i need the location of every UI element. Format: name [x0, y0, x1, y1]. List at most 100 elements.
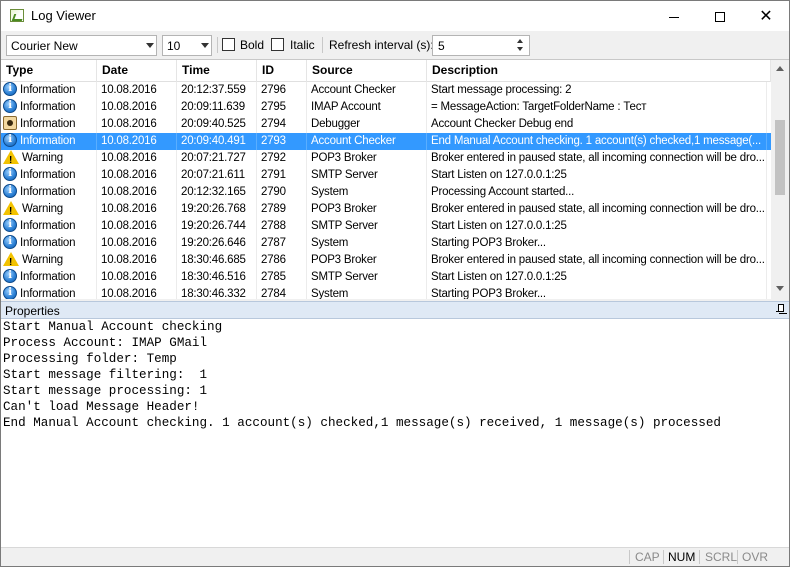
- cell-date-text: 10.08.2016: [101, 220, 157, 232]
- chevron-down-icon: [201, 43, 209, 48]
- info-icon: [3, 286, 17, 299]
- font-name-dropdown[interactable]: Courier New: [6, 35, 157, 56]
- cell-type: Information: [1, 235, 97, 252]
- cell-time-text: 20:07:21.611: [181, 169, 245, 181]
- cell-time: 20:09:40.525: [177, 116, 257, 133]
- table-row[interactable]: Information 10.08.2016 20:09:40.491 2793 Acc…: [1, 133, 771, 150]
- minimize-button[interactable]: [651, 1, 697, 31]
- cell-id: 2789: [257, 201, 307, 218]
- table-row[interactable]: Information 10.08.2016 20:12:37.559 2796 Acc…: [1, 82, 771, 99]
- log-grid[interactable]: Type Date Time ID Source Description Inf…: [1, 59, 789, 299]
- scroll-thumb[interactable]: [775, 120, 785, 195]
- table-row[interactable]: Information 10.08.2016 18:30:46.516 2785 SMT…: [1, 269, 771, 286]
- cell-description: Broker entered in paused state, all inco…: [427, 252, 767, 269]
- spin-down-icon[interactable]: [517, 47, 523, 51]
- cell-id: 2791: [257, 167, 307, 184]
- cell-source-text: POP3 Broker: [311, 152, 377, 164]
- cell-id: 2796: [257, 82, 307, 99]
- cell-source: Debugger: [307, 116, 427, 133]
- cell-time: 18:30:46.685: [177, 252, 257, 269]
- cell-source-text: Debugger: [311, 118, 360, 130]
- status-divider: [699, 550, 700, 564]
- cell-description: = MessageAction: TargetFolderName : Тест: [427, 99, 767, 116]
- table-row[interactable]: Information 10.08.2016 20:12:32.165 2790 Sys…: [1, 184, 771, 201]
- cell-date: 10.08.2016: [97, 184, 177, 201]
- cell-description-text: Start message processing: 2: [431, 84, 572, 96]
- column-header-time[interactable]: Time: [177, 60, 257, 82]
- table-row[interactable]: Information 10.08.2016 20:09:40.525 2794 Deb…: [1, 116, 771, 133]
- cell-time-text: 20:09:11.639: [181, 101, 245, 113]
- cell-id-text: 2796: [261, 84, 286, 96]
- table-row[interactable]: Information 10.08.2016 18:30:46.332 2784 Sys…: [1, 286, 771, 299]
- properties-panel-header: Properties: [1, 301, 789, 319]
- table-row[interactable]: Information 10.08.2016 19:20:26.646 2787 Sys…: [1, 235, 771, 252]
- refresh-interval-value: 5: [438, 39, 445, 53]
- cell-id-text: 2789: [261, 203, 286, 215]
- cell-type-text: Information: [20, 101, 76, 113]
- column-header-source[interactable]: Source: [307, 60, 427, 82]
- maximize-button[interactable]: [697, 1, 743, 31]
- bold-label[interactable]: Bold: [240, 38, 264, 52]
- cell-date: 10.08.2016: [97, 116, 177, 133]
- cell-id: 2784: [257, 286, 307, 299]
- cell-source: System: [307, 286, 427, 299]
- table-row[interactable]: Information 10.08.2016 20:09:11.639 2795 IMA…: [1, 99, 771, 116]
- cell-type-text: Information: [20, 169, 76, 181]
- cell-type: Information: [1, 286, 97, 299]
- cell-date-text: 10.08.2016: [101, 84, 157, 96]
- warning-icon: [3, 252, 19, 269]
- title-bar[interactable]: Log Viewer ✕: [1, 1, 789, 31]
- column-header-type[interactable]: Type: [1, 60, 97, 82]
- cell-id: 2794: [257, 116, 307, 133]
- scroll-up-icon[interactable]: [776, 66, 784, 71]
- cell-description: Start Listen on 127.0.0.1:25: [427, 269, 767, 286]
- cell-time: 20:09:11.639: [177, 99, 257, 116]
- cell-id-text: 2787: [261, 237, 286, 249]
- cell-source-text: System: [311, 186, 349, 198]
- cell-type: Warning: [1, 201, 97, 218]
- table-row[interactable]: Information 10.08.2016 20:07:21.611 2791 SMT…: [1, 167, 771, 184]
- column-header-date[interactable]: Date: [97, 60, 177, 82]
- scroll-down-icon[interactable]: [776, 286, 784, 291]
- cell-id-text: 2786: [261, 254, 286, 266]
- font-size-dropdown[interactable]: 10: [162, 35, 212, 56]
- cell-type-text: Warning: [22, 203, 63, 215]
- table-row[interactable]: Warning 10.08.2016 19:20:26.768 2789 POP3 Br…: [1, 201, 771, 218]
- table-row[interactable]: Warning 10.08.2016 20:07:21.727 2792 POP3 Br…: [1, 150, 771, 167]
- italic-checkbox[interactable]: [271, 38, 284, 51]
- pin-icon[interactable]: [776, 304, 784, 316]
- minimize-icon: [669, 16, 679, 18]
- cell-source-text: Account Checker: [311, 135, 396, 147]
- cell-time-text: 18:30:46.516: [181, 271, 246, 283]
- bold-checkbox[interactable]: [222, 38, 235, 51]
- properties-panel[interactable]: Start Manual Account checking Process Ac…: [1, 319, 789, 547]
- cell-time-text: 20:07:21.727: [181, 152, 246, 164]
- cell-time: 20:12:37.559: [177, 82, 257, 99]
- table-row[interactable]: Information 10.08.2016 19:20:26.744 2788 SMT…: [1, 218, 771, 235]
- cell-time-text: 19:20:26.768: [181, 203, 246, 215]
- column-header-id[interactable]: ID: [257, 60, 307, 82]
- info-icon: [3, 133, 17, 147]
- spin-up-icon[interactable]: [517, 39, 523, 43]
- vertical-scrollbar[interactable]: [771, 60, 789, 299]
- refresh-interval-spinner[interactable]: 5: [432, 35, 530, 56]
- italic-label[interactable]: Italic: [290, 38, 315, 52]
- cell-description: Start message processing: 2: [427, 82, 767, 99]
- cell-id-text: 2794: [261, 118, 286, 130]
- status-divider: [663, 550, 664, 564]
- cell-id-text: 2790: [261, 186, 286, 198]
- info-icon: [3, 269, 17, 283]
- cell-date-text: 10.08.2016: [101, 237, 157, 249]
- table-row[interactable]: Warning 10.08.2016 18:30:46.685 2786 POP3 Br…: [1, 252, 771, 269]
- cell-date: 10.08.2016: [97, 167, 177, 184]
- cell-source-text: SMTP Server: [311, 271, 378, 283]
- property-line: Start message processing: 1: [3, 384, 208, 398]
- cell-source-text: POP3 Broker: [311, 254, 377, 266]
- toolbar-separator: [322, 37, 323, 53]
- debug-icon: [3, 116, 17, 130]
- cell-description-text: = MessageAction: TargetFolderName : Тест: [431, 101, 647, 113]
- column-header-description[interactable]: Description: [427, 60, 771, 82]
- cell-source: SMTP Server: [307, 218, 427, 235]
- close-button[interactable]: ✕: [743, 1, 789, 31]
- cell-id: 2793: [257, 133, 307, 150]
